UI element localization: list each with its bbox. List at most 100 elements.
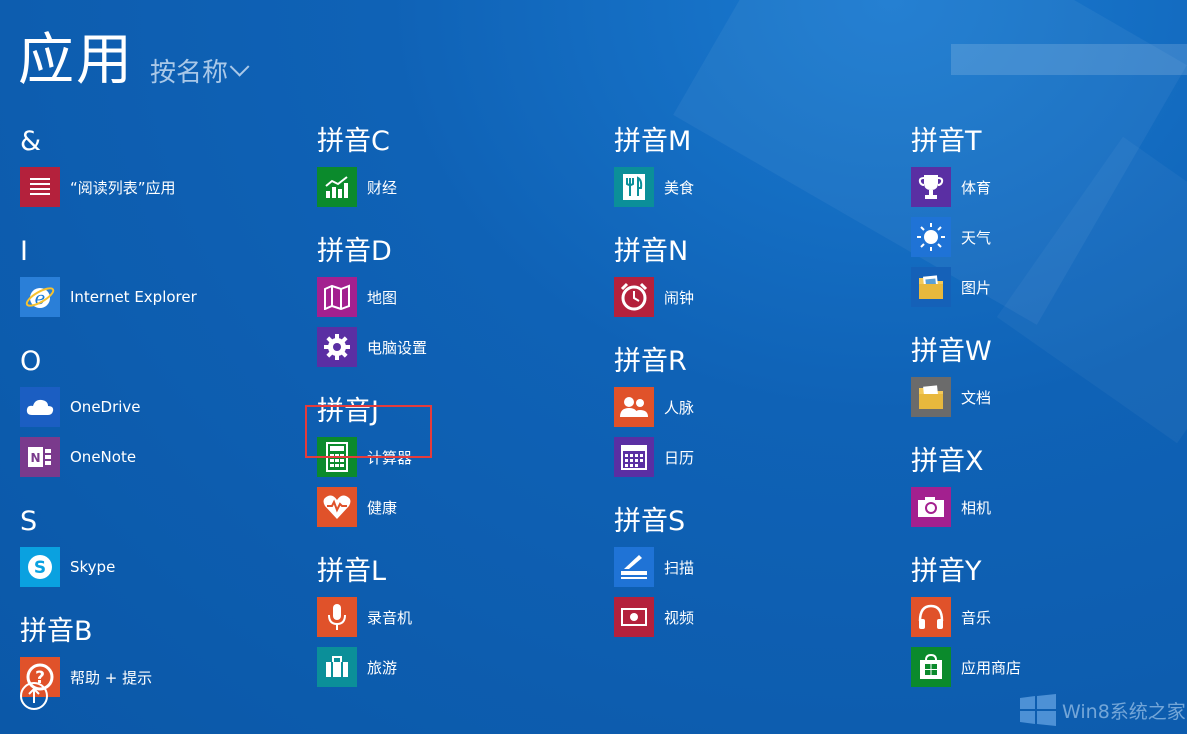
app-tile	[614, 277, 654, 317]
group-header[interactable]: 拼音D	[317, 232, 597, 272]
app-item[interactable]: 应用商店	[911, 642, 1187, 692]
app-tile	[317, 647, 357, 687]
app-item[interactable]: 文档	[911, 372, 1187, 422]
app-tile	[317, 597, 357, 637]
people-icon	[619, 394, 649, 420]
app-label: 图片	[961, 278, 992, 297]
app-group: 拼音Y 音乐 应用商店	[911, 552, 1187, 692]
app-tile	[317, 167, 357, 207]
app-label: 扫描	[664, 558, 695, 577]
app-column-3: 拼音M 美食拼音N 闹钟拼音R 人脉 日历拼音S 扫描视频	[614, 122, 894, 662]
app-label: 相机	[961, 498, 992, 517]
microphone-icon	[325, 602, 349, 632]
group-header[interactable]: 拼音T	[911, 122, 1187, 162]
app-label: Skype	[70, 558, 116, 576]
group-header[interactable]: &	[20, 122, 300, 162]
app-group: 拼音D 地图 电脑设置	[317, 232, 597, 372]
app-item[interactable]: 日历	[614, 432, 894, 482]
app-tile	[614, 387, 654, 427]
app-label: 闹钟	[664, 288, 695, 307]
app-item[interactable]: 扫描	[614, 542, 894, 592]
app-item[interactable]: 音乐	[911, 592, 1187, 642]
group-header[interactable]: 拼音Y	[911, 552, 1187, 592]
app-group: 拼音L 录音机旅游	[317, 552, 597, 692]
app-item[interactable]: 美食	[614, 162, 894, 212]
app-label: 健康	[367, 498, 398, 517]
app-tile	[317, 487, 357, 527]
app-group: O OneDrive N OneNote	[20, 342, 300, 482]
app-item[interactable]: 相机	[911, 482, 1187, 532]
app-group: 拼音W 文档	[911, 332, 1187, 422]
group-header[interactable]: 拼音X	[911, 442, 1187, 482]
alarm-icon	[619, 282, 649, 312]
app-group: S S Skype	[20, 502, 300, 592]
chevron-down-icon	[229, 56, 250, 77]
app-label: 帮助 + 提示	[70, 668, 153, 687]
scan-icon	[619, 553, 649, 581]
svg-text:N: N	[30, 451, 40, 465]
app-item[interactable]: 地图	[317, 272, 597, 322]
group-header[interactable]: 拼音W	[911, 332, 1187, 372]
watermark-text: Win8系统之家	[1062, 700, 1186, 723]
app-tile	[911, 377, 951, 417]
app-group: 拼音R 人脉 日历	[614, 342, 894, 482]
app-item[interactable]: N OneNote	[20, 432, 300, 482]
app-label: Internet Explorer	[70, 288, 197, 306]
app-item[interactable]: 天气	[911, 212, 1187, 262]
scroll-up-button[interactable]	[20, 682, 48, 710]
watermark: Win8系统之家	[1020, 694, 1186, 726]
app-item[interactable]: 旅游	[317, 642, 597, 692]
app-label: OneDrive	[70, 398, 141, 416]
app-item[interactable]: 图片	[911, 262, 1187, 312]
app-tile	[614, 167, 654, 207]
app-item[interactable]: 人脉	[614, 382, 894, 432]
app-item[interactable]: 健康	[317, 482, 597, 532]
group-header[interactable]: 拼音B	[20, 612, 300, 652]
onenote-icon: N	[26, 444, 54, 470]
group-header[interactable]: 拼音M	[614, 122, 894, 162]
app-label: 文档	[961, 388, 992, 407]
sort-by-name-button[interactable]: 按名称	[150, 52, 250, 89]
app-tile	[317, 277, 357, 317]
app-label: 视频	[664, 608, 695, 627]
group-header[interactable]: 拼音R	[614, 342, 894, 382]
calendar-icon	[620, 443, 648, 471]
app-item[interactable]: e Internet Explorer	[20, 272, 300, 322]
app-tile	[911, 487, 951, 527]
group-header[interactable]: 拼音S	[614, 502, 894, 542]
app-column-1: & “阅读列表”应用 Ie Internet Explorer O OneDrive N On…	[20, 122, 300, 722]
app-group: 拼音S 扫描视频	[614, 502, 894, 642]
app-item[interactable]: 录音机	[317, 592, 597, 642]
app-item[interactable]: “阅读列表”应用	[20, 162, 300, 212]
app-item[interactable]: 计算器	[317, 432, 597, 482]
app-item[interactable]: 闹钟	[614, 272, 894, 322]
group-header[interactable]: S	[20, 502, 300, 542]
app-item[interactable]: S Skype	[20, 542, 300, 592]
app-item[interactable]: 视频	[614, 592, 894, 642]
app-item[interactable]: OneDrive	[20, 382, 300, 432]
search-box[interactable]	[951, 44, 1187, 75]
group-header[interactable]: I	[20, 232, 300, 272]
group-header[interactable]: O	[20, 342, 300, 382]
app-tile	[614, 437, 654, 477]
app-item[interactable]: 体育	[911, 162, 1187, 212]
svg-text:S: S	[34, 558, 46, 578]
app-item[interactable]: 电脑设置	[317, 322, 597, 372]
app-tile: e	[20, 277, 60, 317]
group-header[interactable]: 拼音J	[317, 392, 597, 432]
app-item[interactable]: 财经	[317, 162, 597, 212]
reading-list-icon	[27, 176, 53, 198]
app-tile	[614, 597, 654, 637]
app-label: 美食	[664, 178, 695, 197]
windows-logo-icon	[1020, 694, 1056, 726]
group-header[interactable]: 拼音L	[317, 552, 597, 592]
app-label: OneNote	[70, 448, 137, 466]
group-header[interactable]: 拼音N	[614, 232, 894, 272]
group-header[interactable]: 拼音C	[317, 122, 597, 162]
sports-trophy-icon	[917, 173, 945, 201]
app-group: 拼音T 体育 天气图片	[911, 122, 1187, 312]
arrow-up-icon	[28, 688, 40, 703]
app-tile: S	[20, 547, 60, 587]
app-label: 录音机	[367, 608, 413, 627]
app-item[interactable]: ? 帮助 + 提示	[20, 652, 300, 702]
